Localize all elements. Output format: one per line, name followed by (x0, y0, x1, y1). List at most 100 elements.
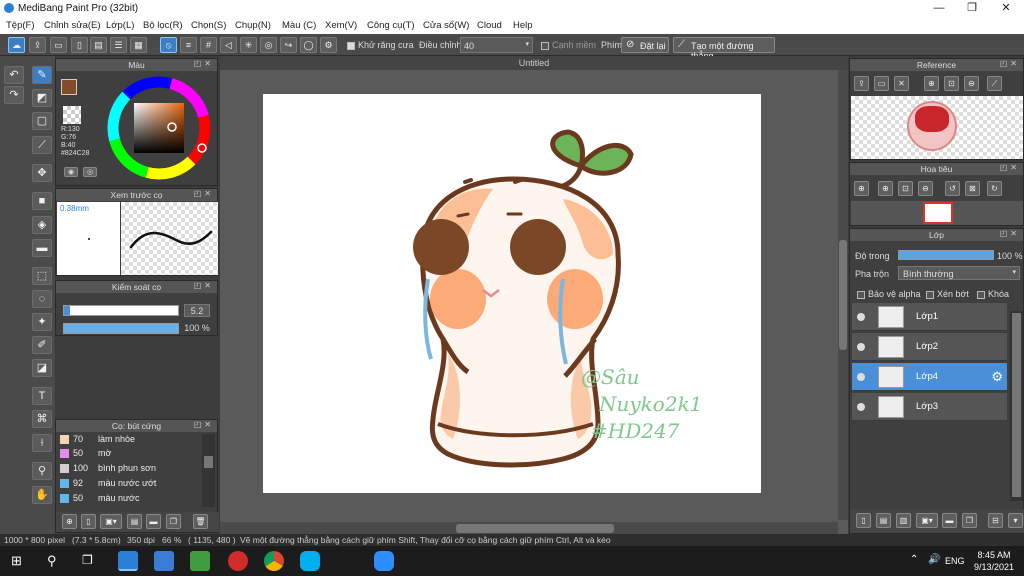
gradient-tool[interactable]: ▬ (32, 239, 52, 257)
snap-off-icon[interactable]: ⦸ (160, 37, 177, 53)
new-1bit-layer-icon[interactable]: ▥ (896, 513, 911, 528)
windows-start-icon[interactable]: ⊞ (11, 554, 25, 568)
eye-icon[interactable] (857, 313, 865, 321)
brush-opacity-slider[interactable] (63, 323, 179, 334)
layer-opacity-slider[interactable] (898, 250, 994, 260)
select-eraser-tool[interactable]: ◪ (32, 359, 52, 377)
panel-controls[interactable]: ◰✕ (1000, 59, 1020, 68)
cloud-icon[interactable]: ☁ (8, 37, 25, 53)
rotate-left-icon[interactable]: ↺ (945, 181, 960, 196)
comment-icon[interactable]: ▭ (50, 37, 67, 53)
hand-tool[interactable]: ✋ (32, 486, 52, 504)
panel-controls[interactable]: ◰✕ (194, 59, 214, 68)
folder-open-icon[interactable]: ▭ (874, 76, 889, 91)
navigator-view[interactable] (851, 201, 1023, 225)
menu-edit[interactable]: Chỉnh sửa(E) (44, 20, 101, 31)
menu-tools[interactable]: Công cụ(T) (367, 20, 415, 31)
merge-layer-icon[interactable]: ⊟ (988, 513, 1003, 528)
parallel-snap-icon[interactable]: ≡ (180, 37, 197, 53)
text-tool[interactable]: T (32, 387, 52, 405)
zoom-in-icon[interactable]: ⊕ (854, 181, 869, 196)
vanish-snap-icon[interactable]: ◁ (220, 37, 237, 53)
edge-checkbox[interactable]: Cạnh mềm (541, 40, 596, 50)
minimize-button[interactable]: — (922, 0, 956, 17)
eye-icon[interactable] (857, 373, 865, 381)
eraser-tool[interactable]: ◩ (32, 89, 52, 107)
brush-list-item[interactable]: 50 mờ (58, 446, 198, 460)
cloud-upload-icon[interactable]: ⇪ (854, 76, 869, 91)
brush-tool[interactable]: ✎ (32, 66, 52, 84)
main-color-swatch[interactable] (61, 79, 77, 95)
menu-snap[interactable]: Chụp(N) (235, 20, 271, 31)
brush-size-slider[interactable] (63, 305, 179, 316)
panel-controls[interactable]: ◰✕ (194, 281, 214, 290)
rotate-right-icon[interactable]: ↻ (987, 181, 1002, 196)
folder-icon[interactable]: ▬ (942, 513, 957, 528)
ellipse-snap-icon[interactable]: ◯ (300, 37, 317, 53)
close-button[interactable]: ✕ (989, 0, 1023, 17)
brush-settings-icon[interactable]: ▤ (127, 514, 142, 529)
select-pen-tool[interactable]: ✐ (32, 336, 52, 354)
circle-snap-icon[interactable]: ◎ (260, 37, 277, 53)
adjust-dropdown[interactable]: 40 ▾ (460, 37, 533, 53)
redo-icon[interactable]: ↷ (4, 86, 24, 104)
menu-view[interactable]: Xem(V) (325, 20, 357, 31)
vertical-scrollbar[interactable] (838, 70, 848, 520)
edit-tool[interactable]: ⟋ (32, 136, 52, 154)
panel-controls[interactable]: ◰✕ (1000, 163, 1020, 172)
transparent-swatch[interactable] (63, 106, 81, 124)
reset-button[interactable]: ⊘ Đặt lại (621, 37, 669, 53)
panel-controls[interactable]: ◰✕ (1000, 229, 1020, 238)
eye-icon[interactable] (857, 403, 865, 411)
color-picker-icon[interactable]: ◎ (83, 167, 97, 177)
list-icon[interactable]: ☰ (110, 37, 127, 53)
brush-list-scrollbar[interactable] (202, 434, 215, 507)
menu-help[interactable]: Help (513, 20, 533, 31)
medibang-taskbar-icon[interactable] (118, 551, 138, 571)
eye-icon[interactable] (857, 343, 865, 351)
folder-icon[interactable]: ▬ (146, 514, 161, 529)
horizontal-scrollbar[interactable] (220, 522, 838, 534)
maximize-button[interactable]: ❐ (955, 0, 989, 17)
menu-filter[interactable]: Bộ lọc(R) (143, 20, 183, 31)
skype-taskbar-icon[interactable] (300, 551, 320, 571)
palette-icon[interactable]: ◉ (64, 167, 78, 177)
settings-snap-icon[interactable]: ⚙ (320, 37, 337, 53)
layer-row[interactable]: Lớp1 (852, 303, 1007, 331)
menu-color[interactable]: Màu (C) (282, 20, 316, 31)
page-icon[interactable]: ▯ (71, 37, 88, 53)
layer-scrollbar[interactable] (1010, 311, 1023, 501)
menu-cloud[interactable]: Cloud (477, 20, 502, 31)
clip-checkbox[interactable]: Xén bớt (926, 289, 969, 299)
scroll-thumb[interactable] (204, 456, 213, 468)
more-icon[interactable]: ▾ (1008, 513, 1023, 528)
game-taskbar-icon[interactable] (190, 551, 210, 571)
document-icon[interactable]: ▤ (90, 37, 107, 53)
search-icon[interactable]: ⚲ (47, 553, 57, 569)
straight-line-button[interactable]: ⟋ Tạo một đường thẳng (673, 37, 775, 61)
zoom-in-icon[interactable]: ⊕ (924, 76, 939, 91)
undo-icon[interactable]: ↶ (4, 66, 24, 84)
drawing-canvas[interactable]: @Sâu Nuyko2k1 #HD247 (263, 94, 761, 493)
eyedropper-icon[interactable]: ⟋ (987, 76, 1002, 91)
cross-snap-icon[interactable]: # (200, 37, 217, 53)
color-wheel[interactable] (106, 75, 212, 181)
zoom-in-icon[interactable]: ⊕ (878, 181, 893, 196)
messenger-taskbar-icon[interactable] (154, 551, 174, 571)
pipette-tool[interactable]: ⚲ (32, 462, 52, 480)
chrome-taskbar-icon[interactable] (264, 551, 284, 571)
add-brush-icon[interactable]: ⊕ (62, 514, 77, 529)
brush-list-item[interactable]: 70 làm nhòe (58, 432, 198, 446)
layer-row[interactable]: Lớp4 ⚙ (852, 363, 1007, 391)
fill-rect-tool[interactable]: ■ (32, 192, 52, 210)
scroll-thumb[interactable] (839, 240, 847, 350)
add-menu-icon[interactable]: ▣▾ (100, 514, 122, 529)
chevron-up-icon[interactable]: ⌃ (910, 554, 918, 565)
eyedropper-tool[interactable]: ⟊ (32, 434, 52, 452)
menu-file[interactable]: Tệp(F) (6, 20, 35, 31)
document-tab[interactable]: Untitled (220, 56, 848, 70)
clock[interactable]: 8:45 AM 9/13/2021 (974, 549, 1014, 573)
layer-row[interactable]: Lớp2 (852, 333, 1007, 361)
lasso-tool[interactable]: ◌ (32, 290, 52, 308)
move-tool[interactable]: ✥ (32, 164, 52, 182)
